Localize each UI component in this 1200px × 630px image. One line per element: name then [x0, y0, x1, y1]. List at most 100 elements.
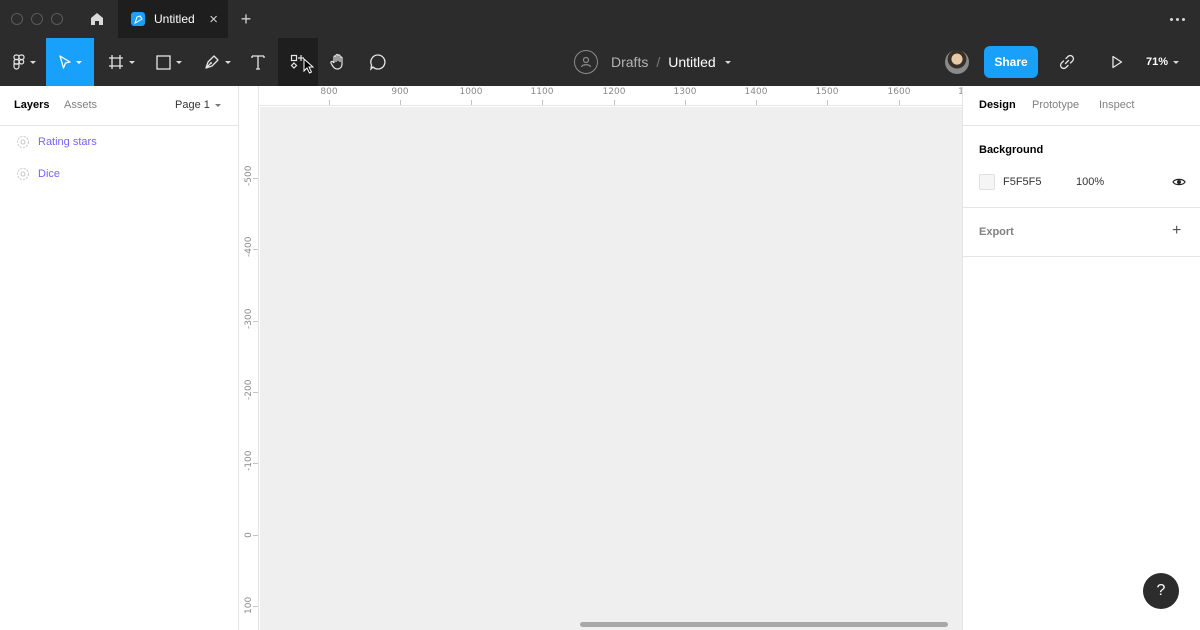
- help-button[interactable]: ?: [1143, 573, 1179, 609]
- chevron-down-icon: [214, 103, 221, 107]
- present-button[interactable]: [1102, 38, 1132, 86]
- background-color-swatch[interactable]: [979, 174, 995, 190]
- breadcrumb: Drafts / Untitled: [574, 38, 731, 86]
- right-panel-tabs: Design Prototype Inspect: [963, 86, 1200, 126]
- ruler-tick: [253, 535, 258, 536]
- tab-inspect[interactable]: Inspect: [1099, 99, 1134, 111]
- ruler-tick-label: 1600: [887, 87, 911, 97]
- figma-file-icon: [131, 12, 145, 26]
- team-icon[interactable]: [574, 50, 598, 74]
- ruler-tick: [253, 606, 258, 607]
- tab-design[interactable]: Design: [979, 99, 1016, 111]
- ruler-tick-label: 1400: [744, 87, 768, 97]
- horizontal-scrollbar[interactable]: [580, 622, 948, 627]
- zoom-level: 71%: [1146, 56, 1169, 68]
- close-tab-icon[interactable]: ×: [209, 12, 218, 27]
- layer-name: Rating stars: [38, 136, 97, 148]
- ruler-tick: [756, 100, 757, 105]
- ruler-tick-label: 1300: [673, 87, 697, 97]
- layer-dice[interactable]: Dice: [0, 158, 238, 190]
- home-tab[interactable]: [78, 0, 116, 38]
- window-minimize-button[interactable]: [31, 13, 43, 25]
- breadcrumb-separator: /: [656, 54, 661, 70]
- share-button[interactable]: Share: [984, 46, 1038, 78]
- tab-prototype[interactable]: Prototype: [1032, 99, 1079, 111]
- avatar[interactable]: [945, 50, 969, 74]
- ruler-tick: [471, 100, 472, 105]
- tab-bar: Untitled × +: [0, 0, 1200, 38]
- ruler-tick-label: 1200: [602, 87, 626, 97]
- chevron-down-icon: [29, 60, 36, 64]
- ruler-tick: [899, 100, 900, 105]
- pen-icon: [204, 55, 219, 69]
- ruler-tick: [253, 392, 258, 393]
- pen-tool[interactable]: [196, 38, 238, 86]
- background-opacity-value[interactable]: 100%: [1076, 176, 1104, 188]
- left-panel-tabs: Layers Assets Page 1: [0, 86, 238, 126]
- new-tab-button[interactable]: +: [236, 9, 256, 29]
- tab-layers[interactable]: Layers: [14, 99, 49, 111]
- main-menu-button[interactable]: [4, 38, 44, 86]
- ruler-tick: [827, 100, 828, 105]
- tab-untitled[interactable]: Untitled ×: [118, 0, 228, 38]
- copy-link-button[interactable]: [1052, 38, 1082, 86]
- comment-tool[interactable]: [362, 38, 394, 86]
- canvas[interactable]: [260, 107, 962, 630]
- rectangle-icon: [156, 54, 171, 70]
- ruler-tick: [400, 100, 401, 105]
- layer-rating-stars[interactable]: Rating stars: [0, 126, 238, 158]
- chevron-down-icon[interactable]: [724, 60, 731, 64]
- mouse-cursor-icon: [303, 58, 314, 74]
- background-hex-value[interactable]: F5F5F5: [1003, 176, 1042, 188]
- ruler-tick: [253, 463, 258, 464]
- hand-tool[interactable]: [322, 38, 354, 86]
- frame-icon: [108, 55, 123, 69]
- page-selector[interactable]: Page 1: [175, 99, 221, 111]
- ellipsis-icon[interactable]: [1166, 9, 1188, 29]
- ruler-tick-label: 800: [320, 87, 338, 97]
- ruler-tick-label: 900: [391, 87, 409, 97]
- breadcrumb-drafts[interactable]: Drafts: [611, 54, 648, 70]
- export-title: Export: [979, 226, 1014, 238]
- chevron-down-icon: [75, 60, 82, 64]
- comment-icon: [370, 54, 386, 71]
- ruler-tick: [329, 100, 330, 105]
- layer-name: Dice: [38, 168, 61, 180]
- text-icon: [251, 55, 265, 70]
- component-icon: [16, 167, 30, 181]
- chevron-down-icon: [128, 60, 135, 64]
- text-tool[interactable]: [242, 38, 274, 86]
- eye-icon[interactable]: [1172, 177, 1186, 187]
- ruler-tick-label: 1000: [459, 87, 483, 97]
- ruler-tick: [542, 100, 543, 105]
- zoom-menu[interactable]: 71%: [1146, 38, 1180, 86]
- background-section: [963, 126, 1200, 208]
- tab-assets[interactable]: Assets: [64, 99, 97, 111]
- properties-panel: Design Prototype Inspect Background F5F5…: [962, 86, 1200, 630]
- layers-panel: Layers Assets Page 1 Rating stars Dice: [0, 86, 239, 630]
- hand-icon: [330, 53, 343, 70]
- cursor-icon: [58, 55, 71, 69]
- ruler-tick-label: 1500: [815, 87, 839, 97]
- ruler-tick: [685, 100, 686, 105]
- chevron-down-icon: [1173, 60, 1180, 64]
- tab-title: Untitled: [154, 12, 195, 26]
- frame-tool[interactable]: [100, 38, 142, 86]
- chevron-down-icon: [176, 60, 182, 64]
- shape-tool[interactable]: [148, 38, 190, 86]
- window-close-button[interactable]: [11, 13, 23, 25]
- vertical-ruler: -500 -400 -300 -200 -100 0 100: [239, 86, 259, 630]
- figma-logo-icon: [12, 54, 25, 70]
- page-selector-label: Page 1: [175, 99, 210, 111]
- ruler-tick: [253, 178, 258, 179]
- ruler-tick: [253, 249, 258, 250]
- play-icon: [1112, 55, 1123, 69]
- chevron-down-icon: [224, 60, 231, 64]
- add-export-icon[interactable]: +: [1172, 223, 1181, 239]
- horizontal-ruler: 800 900 1000 1100 1200 1300 1400 1500 16…: [239, 86, 962, 106]
- move-tool[interactable]: [46, 38, 94, 86]
- ruler-tick-label: 1100: [530, 87, 554, 97]
- file-name[interactable]: Untitled: [668, 54, 715, 70]
- window-zoom-button[interactable]: [51, 13, 63, 25]
- resources-tool[interactable]: [278, 38, 318, 86]
